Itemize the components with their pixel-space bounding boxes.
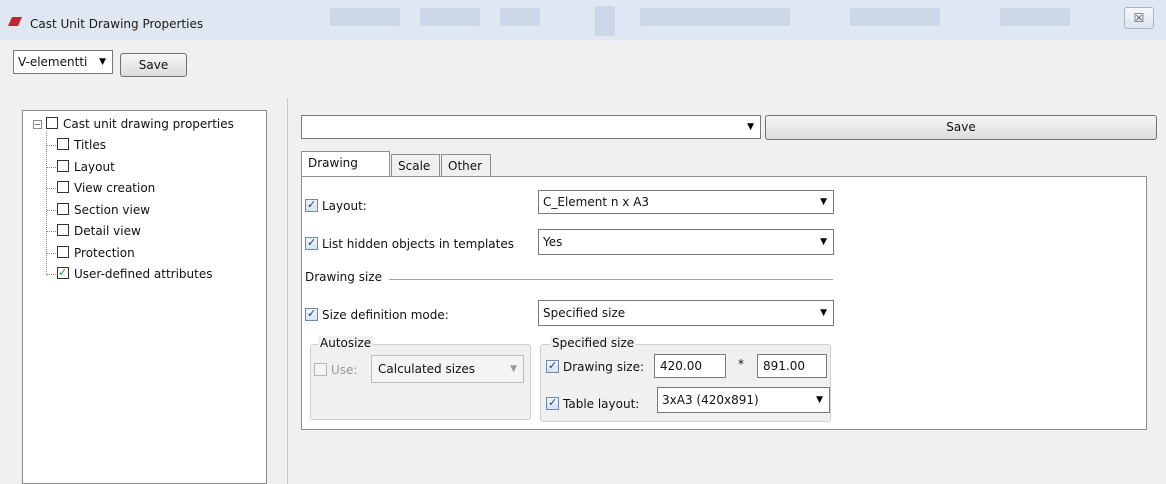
chevron-down-icon: ▼	[747, 122, 754, 132]
tree-item-label: Protection	[74, 245, 135, 260]
times-symbol: *	[738, 357, 744, 371]
checkbox-icon[interactable]	[546, 358, 559, 374]
tree-item[interactable]: Titles	[57, 136, 106, 154]
tree-root-label: Cast unit drawing properties	[63, 117, 234, 131]
chevron-down-icon: ▼	[820, 237, 827, 247]
save-button[interactable]: Save	[765, 115, 1157, 140]
checkbox-icon[interactable]	[46, 117, 58, 129]
tree-connector	[47, 274, 56, 275]
table-layout-dropdown[interactable]: 3xA3 (420x891) ▼	[657, 387, 830, 413]
chevron-down-icon: ▼	[99, 57, 106, 67]
table-layout-checkbox[interactable]: Table layout:	[546, 395, 640, 412]
drawing-size-section-label: Drawing size	[305, 270, 382, 284]
tree-item-label: Titles	[74, 138, 106, 152]
hidden-objects-checkbox[interactable]: List hidden objects in templates	[305, 235, 514, 252]
size-mode-label: Size definition mode:	[322, 308, 449, 322]
checkbox-icon[interactable]	[305, 235, 318, 251]
background-ghost	[420, 8, 480, 26]
drawing-width-value: 420.00	[660, 359, 702, 373]
chevron-down-icon: ▼	[820, 197, 827, 207]
tree-connector	[47, 209, 56, 211]
section-divider	[389, 279, 833, 280]
settings-dropdown-value: V-elementti	[18, 55, 88, 69]
app-icon	[8, 17, 22, 26]
tree-item[interactable]: Layout	[57, 158, 115, 176]
autosize-title: Autosize	[318, 336, 374, 350]
autosize-use-label: Use:	[331, 363, 358, 377]
close-button[interactable]: ☒	[1124, 7, 1154, 29]
tree-item-label: Layout	[74, 159, 115, 174]
checkbox-icon[interactable]	[57, 202, 69, 215]
tree-item-label: Detail view	[74, 224, 141, 238]
window-title: Cast Unit Drawing Properties	[30, 17, 204, 31]
top-save-button[interactable]: Save	[120, 53, 187, 77]
background-ghost	[640, 8, 790, 26]
tab-other[interactable]: Other	[441, 154, 491, 178]
checkbox-icon[interactable]	[57, 159, 69, 172]
layout-dropdown[interactable]: C_Element n x A3 ▼	[538, 190, 834, 214]
autosize-value: Calculated sizes	[378, 362, 475, 376]
chevron-down-icon: ▼	[816, 395, 823, 405]
table-layout-value: 3xA3 (420x891)	[662, 393, 759, 407]
hidden-objects-value: Yes	[543, 235, 563, 249]
tree-item[interactable]: Protection	[57, 244, 135, 262]
drawing-size-checkbox[interactable]: Drawing size:	[546, 358, 645, 375]
size-mode-checkbox[interactable]: Size definition mode:	[305, 306, 449, 323]
background-ghost	[500, 8, 540, 26]
hidden-objects-label: List hidden objects in templates	[322, 237, 514, 251]
background-ghost	[595, 6, 615, 36]
tree-item[interactable]: User-defined attributes	[57, 264, 213, 283]
background-ghost	[1000, 8, 1070, 26]
checkbox-icon[interactable]	[57, 224, 69, 236]
background-ghost	[850, 8, 940, 26]
size-mode-value: Specified size	[543, 306, 626, 320]
autosize-dropdown[interactable]: Calculated sizes ▼	[371, 355, 524, 383]
drawing-height-value: 891.00	[763, 359, 805, 373]
checkbox-icon[interactable]	[305, 197, 318, 213]
checkbox-icon[interactable]	[57, 181, 69, 193]
collapse-icon[interactable]: −	[33, 120, 42, 129]
autosize-use-checkbox[interactable]: Use:	[314, 362, 357, 378]
checkbox-icon[interactable]	[546, 395, 559, 411]
tree-root[interactable]: − Cast unit drawing properties	[33, 115, 234, 133]
background-ghost	[330, 8, 400, 26]
tree-connector	[47, 188, 56, 189]
tree-connector	[47, 145, 56, 146]
tree-item-label: View creation	[74, 181, 156, 195]
save-as-dropdown[interactable]: ▼	[301, 115, 761, 139]
chevron-down-icon: ▼	[820, 308, 827, 318]
hidden-objects-dropdown[interactable]: Yes ▼	[538, 229, 834, 255]
checkbox-icon[interactable]	[57, 138, 69, 150]
tab-drawing-size[interactable]: Drawing size	[301, 151, 390, 192]
checkbox-icon[interactable]	[57, 245, 69, 258]
drawing-size-label: Drawing size:	[563, 360, 645, 374]
layout-checkbox[interactable]: Layout:	[305, 197, 367, 214]
settings-dropdown[interactable]: V-elementti ▼	[13, 50, 113, 74]
chevron-down-icon: ▼	[510, 364, 517, 374]
tree-connector	[47, 231, 56, 232]
layout-label: Layout:	[322, 199, 367, 213]
tree-item-label: User-defined attributes	[74, 267, 213, 281]
tab-scale[interactable]: Scale	[391, 154, 440, 178]
tree-item[interactable]: Section view	[57, 201, 150, 219]
tree-item-label: Section view	[74, 202, 151, 217]
tree-item[interactable]: Detail view	[57, 222, 141, 240]
tree-connector	[47, 252, 56, 254]
checkbox-icon[interactable]	[314, 363, 327, 376]
specified-size-title: Specified size	[550, 336, 637, 350]
checkbox-icon[interactable]	[305, 306, 318, 322]
tree-item[interactable]: View creation	[57, 179, 155, 197]
drawing-width-input[interactable]: 420.00	[654, 354, 726, 378]
table-layout-label: Table layout:	[563, 397, 640, 411]
drawing-height-input[interactable]: 891.00	[757, 354, 827, 378]
size-mode-dropdown[interactable]: Specified size ▼	[538, 300, 834, 326]
close-icon: ☒	[1133, 11, 1145, 25]
layout-value: C_Element n x A3	[543, 195, 650, 209]
tree-connector	[47, 166, 56, 168]
checkbox-icon[interactable]	[57, 264, 69, 282]
tree-connector	[46, 131, 47, 276]
